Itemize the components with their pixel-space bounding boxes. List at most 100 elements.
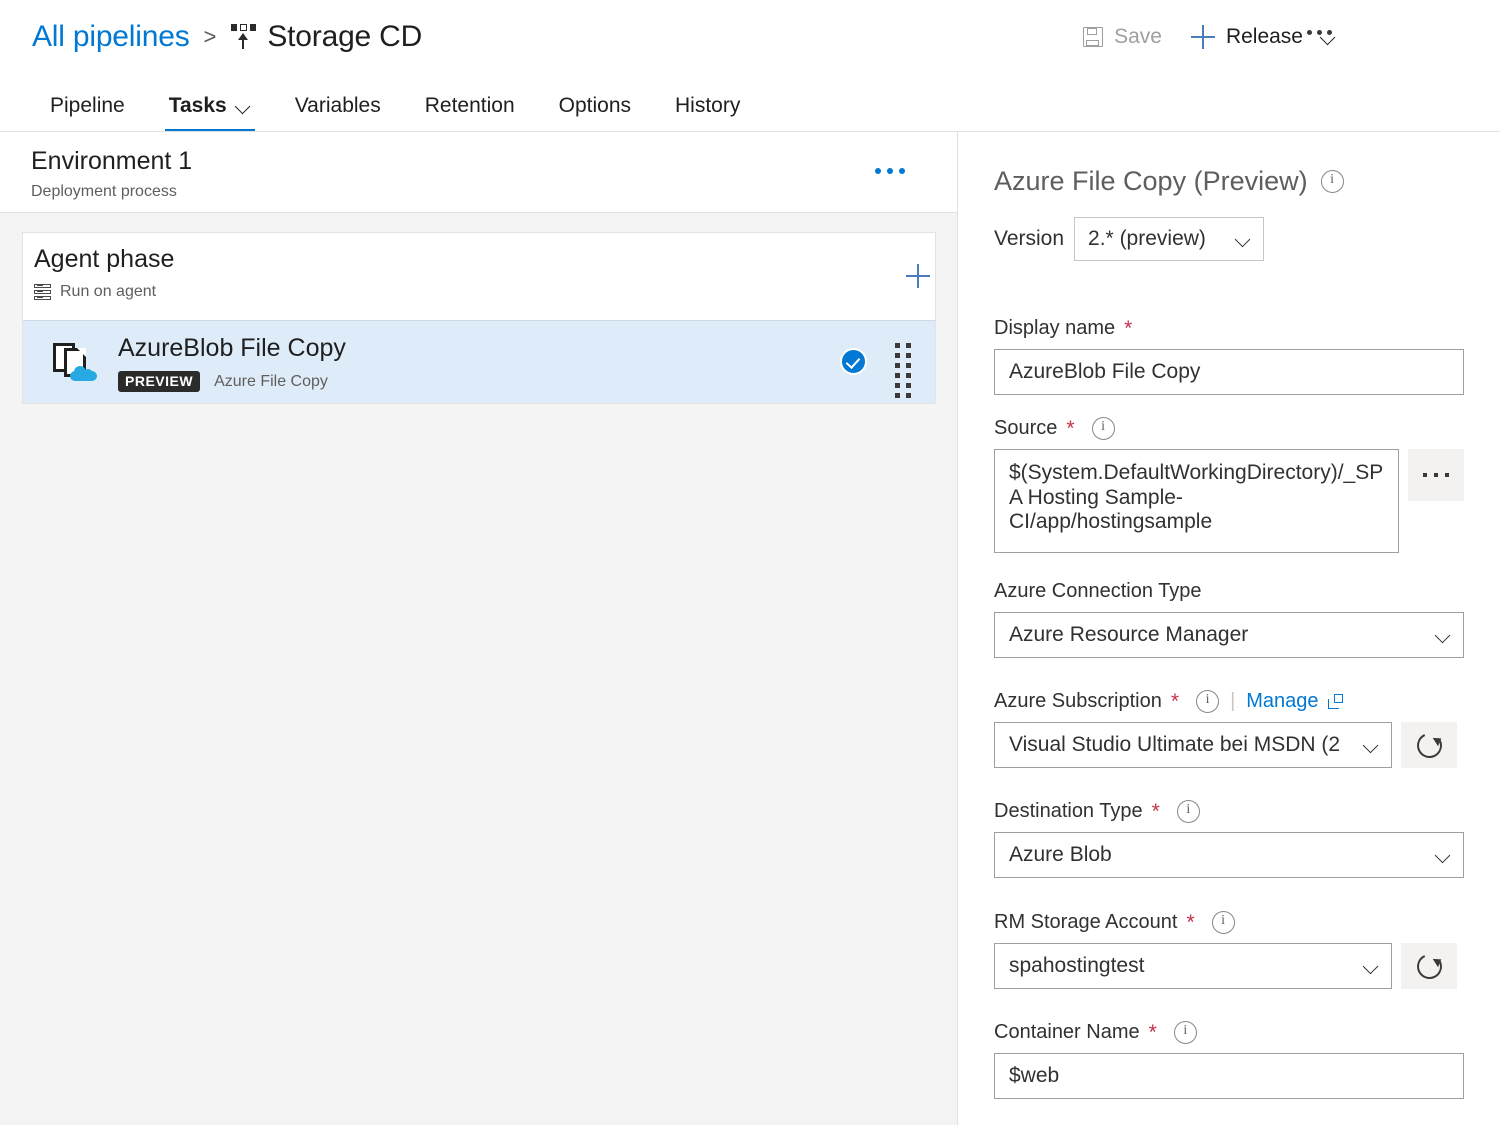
agent-phase-subtitle: Run on agent [34, 283, 156, 301]
agent-phase-card: Agent phase Run on agent AzureBlob File … [22, 232, 936, 404]
task-meta: PREVIEW Azure File Copy [118, 371, 328, 392]
label-text: Source [994, 417, 1058, 439]
version-select[interactable]: 2.* (preview) [1074, 217, 1265, 261]
refresh-icon [1412, 728, 1446, 762]
azure-subscription-select[interactable]: Visual Studio Ultimate bei MSDN (2 [994, 722, 1392, 768]
field-container-name: Container Name * $web [994, 1020, 1464, 1099]
tab-tasks[interactable]: Tasks [147, 88, 273, 132]
page-title: Storage CD [267, 20, 423, 53]
tab-variables[interactable]: Variables [273, 88, 403, 132]
manage-link[interactable]: Manage [1246, 690, 1318, 713]
required-asterisk: * [1148, 1021, 1157, 1044]
container-name-input[interactable]: $web [994, 1053, 1464, 1099]
label-text: Container Name [994, 1021, 1140, 1043]
required-asterisk: * [1124, 317, 1133, 340]
refresh-subscriptions-button[interactable] [1401, 722, 1457, 768]
external-link-icon[interactable] [1327, 694, 1343, 709]
tab-tasks-label: Tasks [168, 94, 227, 117]
drag-handle-icon[interactable] [895, 343, 911, 398]
destination-type-select[interactable]: Azure Blob [994, 832, 1464, 878]
version-label: Version [994, 227, 1065, 250]
required-asterisk: * [1170, 690, 1180, 713]
breadcrumb-all-pipelines-link[interactable]: All pipelines [32, 20, 190, 54]
environment-title: Environment 1 [31, 147, 193, 175]
info-icon[interactable] [1211, 910, 1235, 934]
breadcrumb: All pipelines > Storage CD [32, 14, 422, 60]
azure-subscription-row: Visual Studio Ultimate bei MSDN (2 [994, 722, 1464, 768]
version-row: Version 2.* (preview) [994, 217, 1265, 261]
save-button-label: Save [1114, 25, 1162, 48]
field-azure-connection-type: Azure Connection Type Azure Resource Man… [994, 580, 1464, 658]
label-text: Azure Connection Type [994, 580, 1202, 602]
tab-history[interactable]: History [653, 88, 762, 132]
release-pipeline-icon [230, 22, 257, 52]
check-circle-icon [840, 348, 867, 375]
chevron-down-icon [1364, 959, 1379, 974]
rm-storage-account-row: spahostingtest [994, 943, 1464, 989]
save-button[interactable]: Save [1068, 19, 1176, 55]
tab-options-label: Options [558, 94, 632, 117]
display-name-input[interactable]: AzureBlob File Copy [994, 349, 1464, 395]
file-copy-cloud-icon [53, 341, 101, 385]
tab-retention[interactable]: Retention [403, 88, 537, 132]
environment-subtitle: Deployment process [31, 183, 177, 200]
plus-icon [1190, 24, 1216, 50]
chevron-down-icon [1436, 848, 1451, 863]
agent-phase-subtitle-label: Run on agent [60, 283, 157, 300]
chevron-down-icon [1436, 628, 1451, 643]
field-destination-type: Destination Type * Azure Blob [994, 799, 1464, 878]
tab-bar: Pipeline Tasks Variables Retention Optio… [28, 84, 762, 132]
tab-pipeline[interactable]: Pipeline [28, 88, 147, 132]
toolbar-overflow-button[interactable] [1299, 22, 1340, 43]
required-asterisk: * [1066, 417, 1075, 440]
tab-pipeline-label: Pipeline [50, 94, 125, 117]
environment-more-button[interactable] [869, 162, 911, 180]
label-text: Destination Type [994, 800, 1143, 822]
rm-storage-account-value: spahostingtest [1009, 954, 1145, 977]
version-select-value: 2.* (preview) [1088, 227, 1206, 250]
browse-ellipsis-button[interactable] [1408, 449, 1464, 501]
task-details-pane: Azure File Copy (Preview) Version 2.* (p… [959, 132, 1500, 1125]
source-input[interactable]: $(System.DefaultWorkingDirectory)/_SPA H… [994, 449, 1399, 553]
source-row: $(System.DefaultWorkingDirectory)/_SPA H… [994, 449, 1464, 553]
field-azure-subscription: Azure Subscription * | Manage Visual Stu… [994, 689, 1464, 768]
field-source: Source * $(System.DefaultWorkingDirector… [994, 416, 1464, 553]
info-icon[interactable] [1196, 689, 1220, 713]
task-panel-title: Azure File Copy (Preview) [994, 166, 1344, 197]
info-icon[interactable] [1320, 169, 1344, 193]
tab-options[interactable]: Options [537, 88, 653, 132]
task-panel-title-label: Azure File Copy (Preview) [994, 166, 1308, 196]
destination-type-value: Azure Blob [1009, 843, 1112, 866]
field-azure-connection-type-label: Azure Connection Type [994, 580, 1464, 603]
chevron-down-icon [1236, 232, 1251, 247]
rm-storage-account-select[interactable]: spahostingtest [994, 943, 1392, 989]
field-container-name-label: Container Name * [994, 1020, 1464, 1044]
breadcrumb-current: Storage CD [230, 20, 422, 54]
task-type-label: Azure File Copy [214, 372, 328, 390]
label-text: RM Storage Account [994, 911, 1178, 933]
refresh-storage-accounts-button[interactable] [1401, 943, 1457, 989]
field-rm-storage-account: RM Storage Account * spahostingtest [994, 910, 1464, 989]
source-value: $(System.DefaultWorkingDirectory)/_SPA H… [1009, 461, 1384, 534]
field-rm-storage-account-label: RM Storage Account * [994, 910, 1464, 934]
agent-phase-header[interactable]: Agent phase Run on agent [23, 233, 935, 320]
field-display-name: Display name * AzureBlob File Copy [994, 317, 1464, 395]
breadcrumb-separator: > [203, 24, 217, 49]
chevron-down-icon[interactable] [236, 99, 251, 114]
add-task-button[interactable] [901, 259, 909, 267]
info-icon[interactable] [1176, 799, 1200, 823]
ellipsis-icon [1423, 473, 1449, 477]
required-asterisk: * [1151, 800, 1160, 823]
azure-connection-type-value: Azure Resource Manager [1009, 623, 1249, 646]
task-row[interactable]: AzureBlob File Copy PREVIEW Azure File C… [23, 320, 935, 403]
pipeline-tasks-pane: Environment 1 Deployment process Agent p… [0, 132, 958, 1125]
refresh-icon [1412, 949, 1446, 983]
info-icon[interactable] [1091, 416, 1115, 440]
label-divider: | [1230, 690, 1236, 712]
field-destination-type-label: Destination Type * [994, 799, 1464, 823]
chevron-down-icon [1364, 738, 1379, 753]
info-icon[interactable] [1173, 1020, 1197, 1044]
azure-connection-type-select[interactable]: Azure Resource Manager [994, 612, 1464, 658]
required-asterisk: * [1186, 911, 1195, 934]
floppy-disk-icon [1082, 26, 1104, 48]
